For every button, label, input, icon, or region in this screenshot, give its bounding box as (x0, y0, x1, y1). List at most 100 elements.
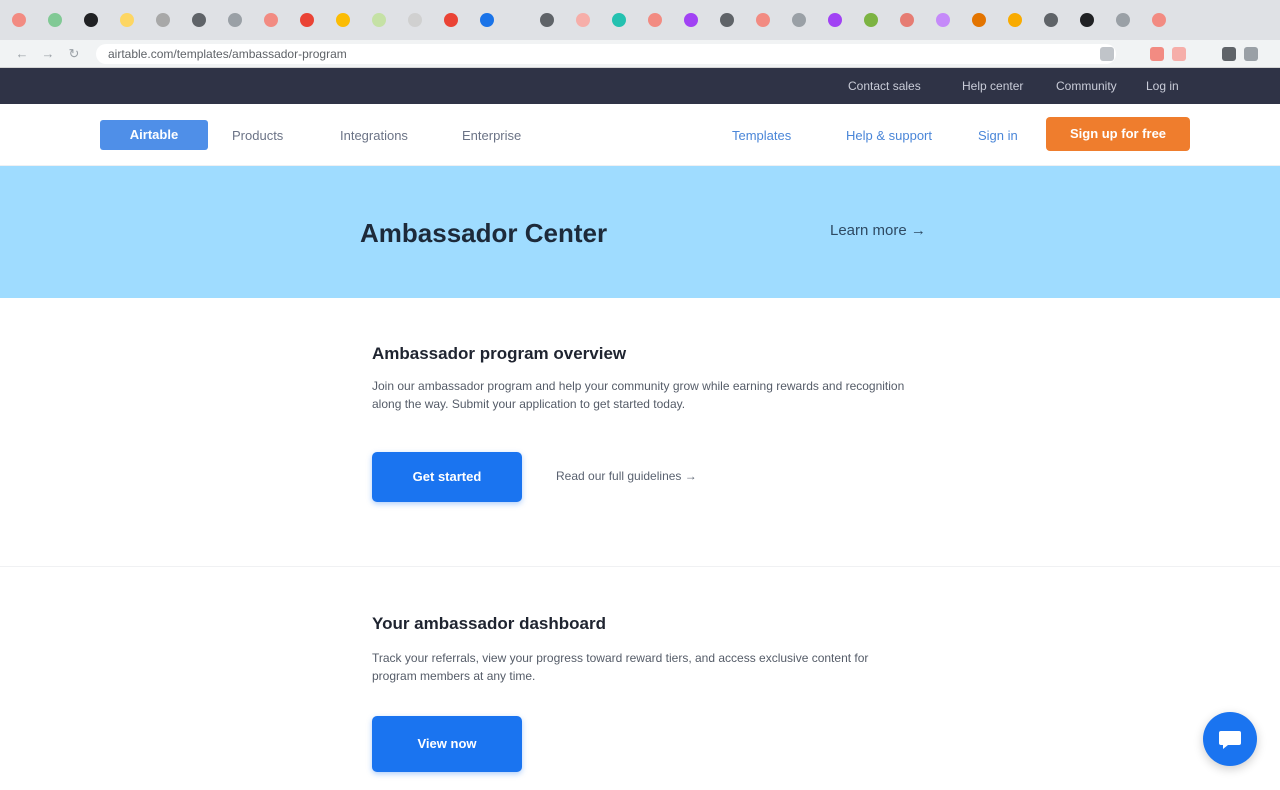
browser-tab[interactable] (932, 8, 960, 32)
browser-tab[interactable] (368, 8, 396, 32)
tab-favicon-icon (372, 13, 386, 27)
section-body-line: Join our ambassador program and help you… (372, 379, 905, 393)
browser-tab[interactable] (716, 8, 744, 32)
browser-tab[interactable] (440, 8, 468, 32)
browser-tab[interactable] (224, 8, 252, 32)
util-link-community[interactable]: Community (1056, 79, 1117, 93)
tab-favicon-icon (264, 13, 278, 27)
browser-tab[interactable] (116, 8, 144, 32)
nav-link-integrations[interactable]: Integrations (340, 128, 408, 143)
browser-tab[interactable] (644, 8, 672, 32)
tab-favicon-icon (1116, 13, 1130, 27)
section-divider (0, 566, 1280, 567)
browser-tab[interactable] (572, 8, 600, 32)
url-bar[interactable]: airtable.com/templates/ambassador-progra… (96, 44, 1116, 64)
site-logo[interactable]: Airtable (100, 120, 208, 150)
browser-tab[interactable] (8, 8, 36, 32)
browser-tab[interactable] (1040, 8, 1068, 32)
tab-favicon-icon (1008, 13, 1022, 27)
section-body-line: along the way. Submit your application t… (372, 397, 686, 411)
browser-toolbar: ← → ↻ airtable.com/templates/ambassador-… (0, 40, 1280, 68)
browser-tab[interactable] (1076, 8, 1104, 32)
browser-tab[interactable] (476, 8, 504, 32)
browser-tab[interactable] (332, 8, 360, 32)
chat-button[interactable] (1203, 712, 1257, 766)
tab-favicon-icon (972, 13, 986, 27)
nav-link-products[interactable]: Products (232, 128, 283, 143)
browser-tab[interactable] (680, 8, 708, 32)
section-body-line: program members at any time. (372, 669, 536, 683)
view-now-button[interactable]: View now (372, 716, 522, 772)
get-started-button[interactable]: Get started (372, 452, 522, 502)
browser-tab-strip (0, 0, 1280, 40)
browser-tab[interactable] (44, 8, 72, 32)
tab-favicon-icon (864, 13, 878, 27)
nav-link-sign-in[interactable]: Sign in (978, 128, 1018, 143)
url-text: airtable.com/templates/ambassador-progra… (108, 47, 347, 61)
extension-icon[interactable] (1150, 47, 1164, 61)
browser-tab[interactable] (860, 8, 888, 32)
tab-favicon-icon (900, 13, 914, 27)
nav-link-help-support[interactable]: Help & support (846, 128, 932, 143)
browser-tab[interactable] (896, 8, 924, 32)
section-title-overview: Ambassador program overview (372, 344, 627, 363)
hero-learn-more-link[interactable]: Learn more → (830, 222, 926, 239)
browser-tab[interactable] (80, 8, 108, 32)
section-title-dashboard: Your ambassador dashboard (372, 614, 606, 633)
menu-icon[interactable] (1244, 47, 1258, 61)
tab-favicon-icon (648, 13, 662, 27)
browser-tab[interactable] (260, 8, 288, 32)
page-title: Ambassador Center (360, 218, 608, 248)
forward-arrow-icon[interactable]: → (40, 46, 56, 62)
browser-tab[interactable] (296, 8, 324, 32)
tab-favicon-icon (576, 13, 590, 27)
browser-tab[interactable] (1112, 8, 1140, 32)
bookmark-star-icon[interactable] (1100, 47, 1114, 61)
tab-favicon-icon (336, 13, 350, 27)
browser-tab[interactable] (152, 8, 180, 32)
tab-favicon-icon (408, 13, 422, 27)
browser-tab[interactable] (752, 8, 780, 32)
profile-icon[interactable] (1222, 47, 1236, 61)
tab-favicon-icon (792, 13, 806, 27)
tab-favicon-icon (156, 13, 170, 27)
tab-favicon-icon (720, 13, 734, 27)
util-link-contact-sales[interactable]: Contact sales (848, 79, 921, 93)
tab-favicon-icon (480, 13, 494, 27)
nav-link-templates[interactable]: Templates (732, 128, 791, 143)
browser-tab[interactable] (1148, 8, 1176, 32)
browser-tab[interactable] (404, 8, 432, 32)
tab-favicon-icon (936, 13, 950, 27)
browser-tab[interactable] (824, 8, 852, 32)
util-link-help-center[interactable]: Help center (962, 79, 1023, 93)
nav-link-enterprise[interactable]: Enterprise (462, 128, 521, 143)
sign-up-button[interactable]: Sign up for free (1046, 117, 1190, 151)
tab-favicon-icon (1152, 13, 1166, 27)
browser-tab[interactable] (608, 8, 636, 32)
tab-favicon-icon (828, 13, 842, 27)
chat-bubble-icon (1219, 731, 1241, 749)
tab-favicon-icon (1080, 13, 1094, 27)
tab-favicon-icon (612, 13, 626, 27)
tab-favicon-icon (192, 13, 206, 27)
browser-tab[interactable] (188, 8, 216, 32)
browser-tab[interactable] (968, 8, 996, 32)
tab-favicon-icon (1044, 13, 1058, 27)
section-body-line: Track your referrals, view your progress… (372, 651, 869, 665)
browser-tab[interactable] (788, 8, 816, 32)
back-arrow-icon[interactable]: ← (14, 46, 30, 62)
tab-favicon-icon (12, 13, 26, 27)
extension-icon[interactable] (1172, 47, 1186, 61)
tab-favicon-icon (444, 13, 458, 27)
hero-banner: Ambassador Center Learn more → (0, 166, 1280, 298)
tab-favicon-icon (84, 13, 98, 27)
reload-icon[interactable]: ↻ (66, 46, 82, 62)
util-link-log-in[interactable]: Log in (1146, 79, 1179, 93)
guidelines-link[interactable]: Read our full guidelines → (556, 469, 697, 483)
tab-favicon-icon (48, 13, 62, 27)
tab-favicon-icon (756, 13, 770, 27)
utility-bar: Contact sales Help center Community Log … (0, 68, 1280, 104)
browser-tab[interactable] (536, 8, 564, 32)
browser-tab[interactable] (1004, 8, 1032, 32)
tab-favicon-icon (228, 13, 242, 27)
